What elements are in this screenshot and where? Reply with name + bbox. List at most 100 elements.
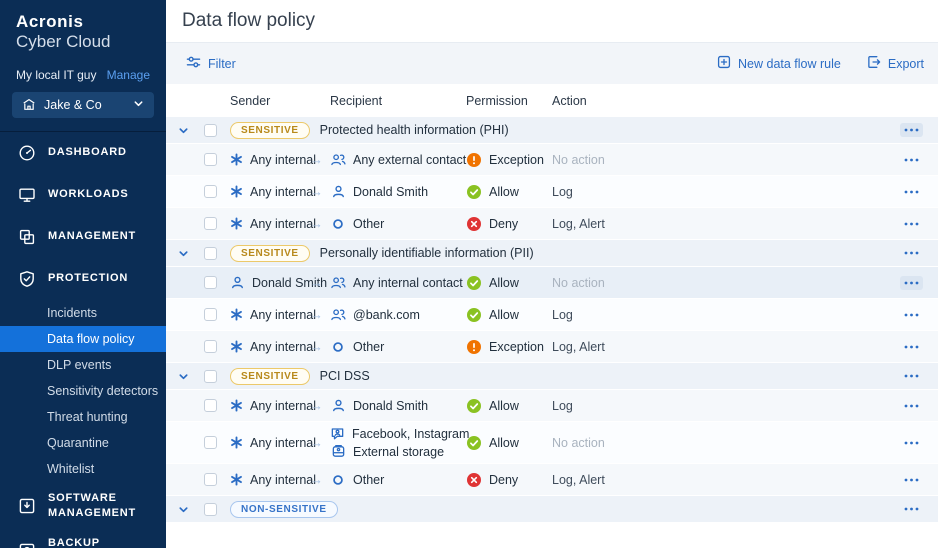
- row-menu-button[interactable]: [900, 276, 923, 290]
- group-checkbox[interactable]: [204, 124, 217, 137]
- management-icon: [18, 228, 36, 246]
- recipient-label: Other: [353, 217, 384, 231]
- dashboard-icon: [18, 144, 36, 162]
- menu-cell: [896, 246, 926, 260]
- sidebar-item-whitelist[interactable]: Whitelist: [0, 456, 166, 482]
- recipient-cell: Any internal contact: [330, 275, 466, 290]
- permission-cell: Allow: [466, 185, 552, 199]
- row-menu-button[interactable]: [900, 123, 923, 137]
- sidebar-item-management[interactable]: MANAGEMENT: [0, 216, 166, 258]
- asterisk-icon: [230, 340, 243, 353]
- group-checkbox[interactable]: [204, 247, 217, 260]
- sidebar-item-sensitivity-detectors[interactable]: Sensitivity detectors: [0, 378, 166, 404]
- row-menu-button[interactable]: [900, 217, 923, 231]
- social-apps-icon: [330, 426, 345, 441]
- row-menu-button[interactable]: [900, 399, 923, 413]
- permission-label: Allow: [489, 308, 519, 322]
- permission-cell: Deny: [466, 217, 552, 231]
- chevron-down-icon[interactable]: [178, 125, 189, 136]
- row-checkbox[interactable]: [204, 399, 217, 412]
- sidebar-item-quarantine[interactable]: Quarantine: [0, 430, 166, 456]
- recipient-label: Any external contact: [353, 153, 466, 167]
- tenant-selector[interactable]: Jake & Co: [12, 92, 154, 118]
- chevron-down-icon[interactable]: [178, 504, 189, 515]
- row-menu-button[interactable]: [900, 369, 923, 383]
- sidebar-item-label: PROTECTION: [48, 271, 152, 286]
- sidebar-item-label: DASHBOARD: [48, 145, 152, 160]
- sidebar-item-incidents[interactable]: Incidents: [0, 300, 166, 326]
- filter-button[interactable]: Filter: [186, 55, 236, 72]
- policy-rule-row: Any internal→Facebook, InstagramExternal…: [166, 422, 938, 464]
- new-data-flow-rule-button[interactable]: New data flow rule: [717, 55, 841, 72]
- menu-cell: [896, 153, 926, 167]
- other-icon: [330, 341, 346, 353]
- arrow-right-icon: →: [310, 435, 330, 450]
- asterisk-icon: [230, 436, 243, 449]
- row-checkbox[interactable]: [204, 340, 217, 353]
- row-checkbox[interactable]: [204, 153, 217, 166]
- checkbox-cell: [204, 503, 230, 516]
- export-button[interactable]: Export: [867, 55, 924, 72]
- sidebar-item-label: Threat hunting: [47, 410, 128, 424]
- sidebar-item-dashboard[interactable]: DASHBOARD: [0, 132, 166, 174]
- group-checkbox[interactable]: [204, 370, 217, 383]
- recipient-label: Facebook, Instagram: [352, 427, 469, 441]
- permission-label: Deny: [489, 217, 518, 231]
- row-menu-button[interactable]: [900, 436, 923, 450]
- recipient-line: Other: [330, 473, 466, 487]
- row-checkbox[interactable]: [204, 473, 217, 486]
- row-menu-button[interactable]: [900, 246, 923, 260]
- action-cell: No action: [552, 276, 896, 290]
- row-menu-button[interactable]: [900, 340, 923, 354]
- chevron-down-icon[interactable]: [178, 248, 189, 259]
- row-checkbox[interactable]: [204, 217, 217, 230]
- protection-icon: [18, 270, 36, 288]
- deny-icon: [466, 473, 482, 487]
- row-checkbox[interactable]: [204, 308, 217, 321]
- policy-group-row: SENSITIVEPersonally identifiable informa…: [166, 240, 938, 267]
- arrow-right-icon: →: [310, 472, 330, 487]
- recipient-line: Other: [330, 217, 466, 231]
- sidebar-item-protection[interactable]: PROTECTION: [0, 258, 166, 300]
- row-menu-button[interactable]: [900, 473, 923, 487]
- chevron-down-icon[interactable]: [178, 371, 189, 382]
- policy-group-row: SENSITIVEPCI DSS: [166, 363, 938, 390]
- row-menu-button[interactable]: [900, 308, 923, 322]
- recipient-line: @bank.com: [330, 307, 466, 322]
- row-checkbox[interactable]: [204, 436, 217, 449]
- sidebar-item-backup-storage[interactable]: BACKUP STORAGE: [0, 530, 166, 548]
- permission-cell: Exception: [466, 153, 552, 167]
- sidebar-item-workloads[interactable]: WORKLOADS: [0, 174, 166, 216]
- menu-cell: [896, 185, 926, 199]
- policy-rule-row: Any internal→Donald SmithAllowLog: [166, 390, 938, 422]
- new-data-flow-rule-label: New data flow rule: [738, 57, 841, 71]
- recipient-line: Any external contact: [330, 152, 466, 167]
- group-checkbox[interactable]: [204, 503, 217, 516]
- row-checkbox[interactable]: [204, 276, 217, 289]
- policy-group-row: SENSITIVEProtected health information (P…: [166, 117, 938, 144]
- checkbox-cell: [204, 247, 230, 260]
- sidebar-item-software-management[interactable]: SOFTWARE MANAGEMENT: [0, 482, 166, 530]
- row-menu-button[interactable]: [900, 185, 923, 199]
- checkbox-cell: [204, 370, 230, 383]
- checkbox-cell: [204, 124, 230, 137]
- checkbox-cell: [204, 276, 230, 289]
- toolbar: Filter New data flow rule Export: [166, 42, 938, 84]
- row-checkbox[interactable]: [204, 185, 217, 198]
- sidebar-item-label: BACKUP STORAGE: [48, 536, 152, 548]
- sidebar-item-data-flow-policy[interactable]: Data flow policy: [0, 326, 166, 352]
- arrow-right-icon: →: [310, 339, 330, 354]
- filter-icon: [186, 55, 201, 72]
- arrow-right-icon: →: [310, 184, 330, 199]
- sidebar-item-dlp-events[interactable]: DLP events: [0, 352, 166, 378]
- sidebar-item-threat-hunting[interactable]: Threat hunting: [0, 404, 166, 430]
- manage-link[interactable]: Manage: [107, 68, 150, 82]
- brand-line2: Cyber Cloud: [16, 32, 150, 52]
- contact-icon: [230, 275, 245, 290]
- sidebar-item-label: DLP events: [47, 358, 111, 372]
- recipient-line: External storage: [330, 444, 466, 459]
- sender-label: Any internal: [250, 399, 316, 413]
- row-menu-button[interactable]: [900, 153, 923, 167]
- policy-rule-row: Any internal→Any external contactExcepti…: [166, 144, 938, 176]
- row-menu-button[interactable]: [900, 502, 923, 516]
